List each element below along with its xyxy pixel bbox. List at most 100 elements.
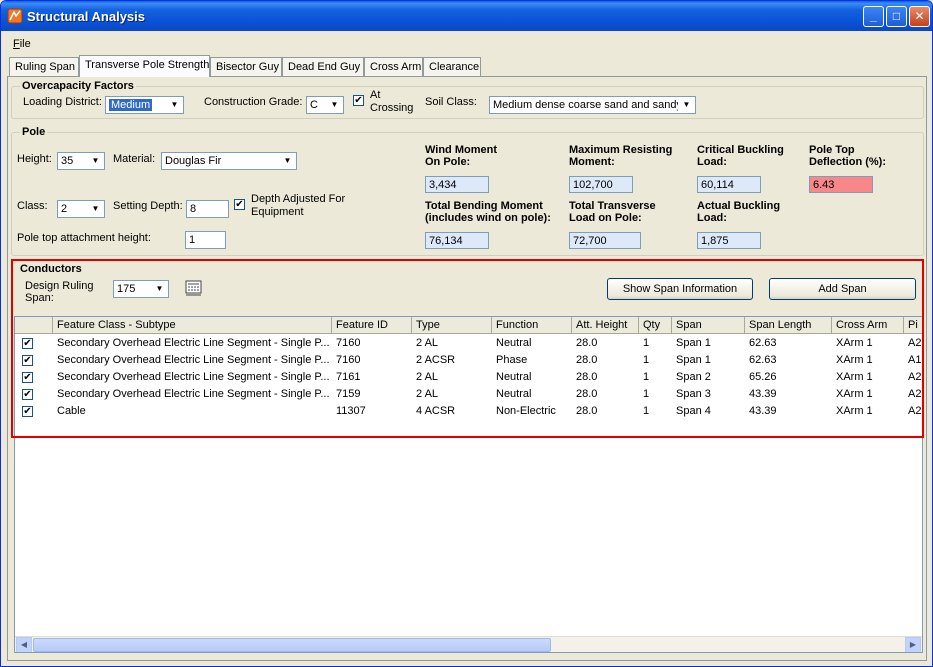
height-select[interactable]: 35 ▼ xyxy=(57,152,105,170)
cell-feature-class: Secondary Overhead Electric Line Segment… xyxy=(57,337,330,349)
cell-type: 2 AL xyxy=(416,371,439,383)
chevron-down-icon: ▼ xyxy=(326,97,343,113)
table-row[interactable]: ✔ Cable 11307 4 ACSR Non-Electric 28.0 1… xyxy=(15,403,922,420)
cell-pi: A1 xyxy=(908,354,922,366)
loading-district-label: Loading District: xyxy=(23,96,102,108)
pole-top-deflection-value: 6.43 xyxy=(809,176,873,193)
show-span-information-button[interactable]: Show Span Information xyxy=(607,278,753,300)
material-select[interactable]: Douglas Fir ▼ xyxy=(161,152,297,170)
critical-buckling-label-line2: Load: xyxy=(697,156,727,168)
design-ruling-span-value: 175 xyxy=(117,283,136,295)
table-row[interactable]: ✔ Secondary Overhead Electric Line Segme… xyxy=(15,352,922,369)
menu-file-label: ile xyxy=(19,38,31,50)
tab-cross-arm[interactable]: Cross Arm xyxy=(364,57,423,77)
cell-cross-arm: XArm 1 xyxy=(836,354,873,366)
total-bending-label-line1: Total Bending Moment xyxy=(425,200,543,212)
col-header-pi[interactable]: Pi xyxy=(904,317,922,334)
col-header-span[interactable]: Span xyxy=(672,317,745,334)
depth-adjusted-checkbox[interactable]: ✔ xyxy=(234,199,245,210)
class-select[interactable]: 2 ▼ xyxy=(57,200,105,218)
col-header-function[interactable]: Function xyxy=(492,317,572,334)
close-button[interactable]: ✕ xyxy=(909,6,930,27)
cell-span: Span 4 xyxy=(676,405,711,417)
maximize-button[interactable]: □ xyxy=(886,6,907,27)
setting-depth-input[interactable]: 8 xyxy=(186,200,229,218)
cell-att-height: 28.0 xyxy=(576,354,598,366)
scroll-left-icon[interactable]: ◀ xyxy=(16,637,32,652)
menu-file[interactable]: File xyxy=(13,38,31,50)
overcapacity-title: Overcapacity Factors xyxy=(20,80,136,92)
col-header-qty[interactable]: Qty xyxy=(639,317,672,334)
cell-feature-class: Cable xyxy=(57,405,86,417)
max-resisting-label-line2: Moment: xyxy=(569,156,615,168)
row-checkbox[interactable]: ✔ xyxy=(22,406,33,417)
col-header-span-length[interactable]: Span Length xyxy=(745,317,832,334)
actual-buckling-label-line1: Actual Buckling xyxy=(697,200,781,212)
cell-span-length: 62.63 xyxy=(749,337,777,349)
col-header-type[interactable]: Type xyxy=(412,317,492,334)
conductors-title: Conductors xyxy=(18,263,84,275)
depth-adjusted-label-line1: Depth Adjusted For xyxy=(251,193,346,205)
col-header-cross-arm[interactable]: Cross Arm xyxy=(832,317,904,334)
cell-qty: 1 xyxy=(643,354,650,366)
critical-buckling-value: 60,114 xyxy=(697,176,761,193)
menu-bar: File xyxy=(1,31,932,53)
row-checkbox[interactable]: ✔ xyxy=(22,389,33,400)
row-checkbox[interactable]: ✔ xyxy=(22,372,33,383)
design-ruling-span-select[interactable]: 175 ▼ xyxy=(113,280,169,298)
cell-type: 2 ACSR xyxy=(416,354,456,366)
soil-class-select[interactable]: Medium dense coarse sand and sandy ▼ xyxy=(489,96,696,114)
row-checkbox[interactable]: ✔ xyxy=(22,355,33,366)
tab-dead-end-guy[interactable]: Dead End Guy xyxy=(282,57,364,77)
chevron-down-icon: ▼ xyxy=(87,153,104,169)
total-bending-label-line2: (includes wind on pole): xyxy=(425,212,551,224)
cell-span: Span 2 xyxy=(676,371,711,383)
cell-qty: 1 xyxy=(643,337,650,349)
total-transverse-label-line2: Load on Pole: xyxy=(569,212,642,224)
total-transverse-label-line1: Total Transverse xyxy=(569,200,656,212)
add-span-button[interactable]: Add Span xyxy=(769,278,916,300)
at-crossing-checkbox[interactable]: ✔ xyxy=(353,95,364,106)
construction-grade-label: Construction Grade: xyxy=(204,96,303,108)
actual-buckling-value: 1,875 xyxy=(697,232,761,249)
cell-span-length: 62.63 xyxy=(749,354,777,366)
cell-function: Neutral xyxy=(496,388,532,400)
construction-grade-select[interactable]: C ▼ xyxy=(306,96,344,114)
cell-type: 2 AL xyxy=(416,388,439,400)
tab-clearance[interactable]: Clearance xyxy=(423,57,481,77)
loading-district-select[interactable]: Medium ▼ xyxy=(105,96,184,114)
col-header-check[interactable] xyxy=(15,317,53,334)
cell-cross-arm: XArm 1 xyxy=(836,405,873,417)
table-row[interactable]: ✔ Secondary Overhead Electric Line Segme… xyxy=(15,335,922,352)
scroll-right-icon[interactable]: ▶ xyxy=(905,637,921,652)
at-crossing-label-line2: Crossing xyxy=(370,102,414,114)
scroll-thumb[interactable] xyxy=(33,638,551,652)
cell-function: Neutral xyxy=(496,337,532,349)
cell-type: 2 AL xyxy=(416,337,439,349)
minimize-button[interactable]: _ xyxy=(863,6,884,27)
horizontal-scrollbar[interactable]: ◀ ▶ xyxy=(15,636,922,652)
col-header-feature-class[interactable]: Feature Class - Subtype xyxy=(53,317,332,334)
cell-pi: A2 xyxy=(908,371,922,383)
title-bar[interactable]: Structural Analysis _ □ ✕ xyxy=(1,1,932,31)
tab-bisector-guy[interactable]: Bisector Guy xyxy=(210,57,282,77)
tab-ruling-span[interactable]: Ruling Span xyxy=(9,57,79,77)
app-icon xyxy=(7,8,23,24)
col-header-feature-id[interactable]: Feature ID xyxy=(332,317,412,334)
actual-buckling-label-line2: Load: xyxy=(697,212,727,224)
pole-top-attachment-input[interactable]: 1 xyxy=(185,231,226,249)
cell-feature-id: 7161 xyxy=(336,371,361,383)
col-header-att-height[interactable]: Att. Height xyxy=(572,317,639,334)
table-row[interactable]: ✔ Secondary Overhead Electric Line Segme… xyxy=(15,386,922,403)
cell-cross-arm: XArm 1 xyxy=(836,388,873,400)
cell-span-length: 65.26 xyxy=(749,371,777,383)
row-checkbox[interactable]: ✔ xyxy=(22,338,33,349)
pole-title: Pole xyxy=(20,126,48,138)
chevron-down-icon: ▼ xyxy=(87,201,104,217)
max-resisting-value: 102,700 xyxy=(569,176,633,193)
soil-class-value: Medium dense coarse sand and sandy xyxy=(493,99,682,111)
calculator-icon[interactable] xyxy=(185,280,202,296)
table-row[interactable]: ✔ Secondary Overhead Electric Line Segme… xyxy=(15,369,922,386)
tab-transverse-pole-strength[interactable]: Transverse Pole Strength xyxy=(79,55,210,77)
cell-span-length: 43.39 xyxy=(749,405,777,417)
